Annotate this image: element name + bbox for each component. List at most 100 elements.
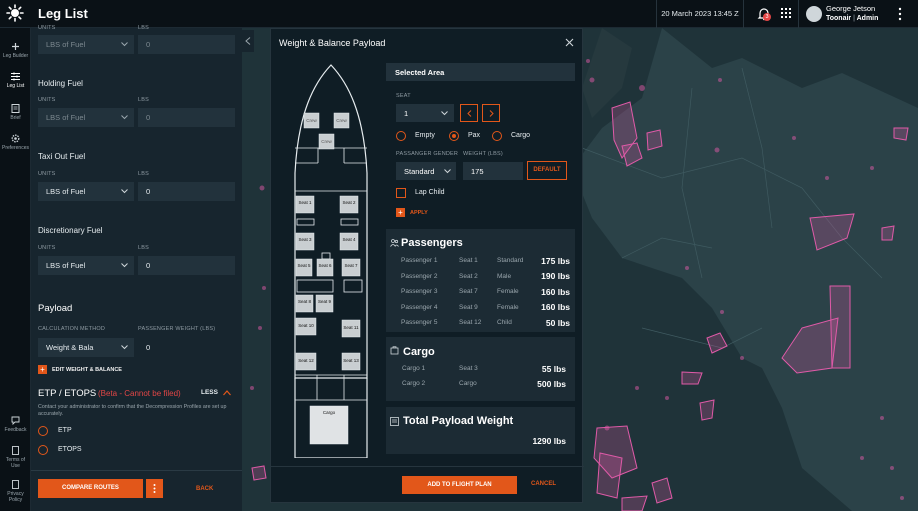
previous-seat-button[interactable] bbox=[460, 104, 478, 122]
cargo-item-area: Cargo bbox=[459, 380, 477, 387]
nav-item-leg-builder[interactable]: Leg Builder bbox=[0, 42, 31, 59]
units-label: UNITS bbox=[38, 171, 56, 177]
nav-item-privacy[interactable]: Privacy Policy bbox=[0, 480, 31, 503]
seat-label: Seat 2 bbox=[342, 200, 356, 205]
avatar[interactable] bbox=[806, 6, 822, 22]
terms-icon bbox=[12, 446, 19, 455]
units-label: UNITS bbox=[38, 25, 56, 31]
passenger-seat: Seat 1 bbox=[459, 257, 478, 264]
seat-label: Seat 4 bbox=[342, 237, 356, 242]
discretionary-fuel-title: Discretionary Fuel bbox=[38, 226, 103, 235]
add-to-flight-plan-button[interactable]: ADD TO FLIGHT PLAN bbox=[402, 476, 517, 494]
close-icon[interactable] bbox=[565, 38, 574, 47]
compare-routes-menu-button[interactable] bbox=[146, 479, 163, 498]
taxi-fuel-title: Taxi Out Fuel bbox=[38, 152, 86, 161]
nav-item-leg-list[interactable]: Leg List bbox=[0, 72, 31, 89]
chevron-up-icon[interactable] bbox=[223, 390, 231, 396]
nav-label: Brief bbox=[10, 115, 21, 121]
cargo-radio[interactable] bbox=[492, 131, 502, 141]
weight-input[interactable]: 175 bbox=[463, 162, 523, 180]
notification-badge: 3 bbox=[763, 13, 771, 21]
passenger-seat: Seat 12 bbox=[459, 319, 482, 326]
cargo-item-name: Cargo 1 bbox=[402, 365, 426, 372]
kebab-menu-icon[interactable] bbox=[896, 7, 904, 21]
seat-label: Seat 3 bbox=[298, 237, 312, 242]
units-label: UNITS bbox=[38, 245, 56, 251]
cargo-icon bbox=[390, 346, 399, 355]
passenger-name: Passenger 5 bbox=[401, 319, 438, 326]
seat-label: Seat 10 bbox=[298, 323, 314, 328]
nav-item-terms[interactable]: Terms of Use bbox=[0, 446, 31, 469]
seat-select[interactable]: 1 bbox=[396, 104, 454, 122]
discretionary-units-select[interactable]: LBS of Fuel bbox=[38, 256, 134, 275]
apply-link[interactable]: APPLY bbox=[410, 210, 428, 216]
fuel-lbs-input[interactable]: 0 bbox=[138, 35, 235, 54]
etp-label: ETP bbox=[58, 427, 72, 434]
apps-grid-icon[interactable] bbox=[781, 8, 791, 18]
lap-child-checkbox[interactable] bbox=[396, 188, 406, 198]
nav-label: Leg List bbox=[6, 83, 25, 89]
user-name: George Jetson bbox=[826, 4, 876, 13]
empty-radio[interactable] bbox=[396, 131, 406, 141]
modal-title: Weight & Balance Payload bbox=[279, 38, 386, 48]
apply-plus-icon[interactable]: + bbox=[396, 208, 405, 217]
chevron-down-icon bbox=[121, 189, 128, 194]
etops-label: ETOPS bbox=[58, 446, 82, 453]
discretionary-lbs-input[interactable]: 0 bbox=[138, 256, 235, 275]
privacy-icon bbox=[12, 480, 19, 489]
calc-method-label: CALCULATION METHOD bbox=[38, 326, 106, 332]
crew-label: Crew bbox=[336, 118, 347, 123]
chevron-down-icon bbox=[121, 345, 128, 350]
compare-routes-button[interactable]: COMPARE ROUTES bbox=[38, 479, 143, 498]
aircraft-seat-map: Crew Crew Crew Seat 1 Seat 2 Seat 3 Seat… bbox=[294, 64, 368, 458]
crew-label: Crew bbox=[321, 139, 332, 144]
etops-beta-note: (Beta - Cannot be filed) bbox=[98, 389, 181, 398]
app-logo-icon bbox=[6, 4, 24, 22]
default-button[interactable]: DEFAULT bbox=[527, 161, 567, 180]
footer-divider bbox=[31, 470, 242, 471]
cargo-item-weight: 500 lbs bbox=[537, 378, 566, 389]
cancel-button[interactable]: CANCEL bbox=[531, 481, 556, 487]
edit-weight-balance-link[interactable]: EDIT WEIGHT & BALANCE bbox=[52, 367, 122, 373]
discretionary-units-value: LBS of Fuel bbox=[46, 261, 86, 270]
taxi-lbs-input[interactable]: 0 bbox=[138, 182, 235, 201]
gender-select[interactable]: Standard bbox=[396, 162, 456, 180]
passenger-seat: Seat 2 bbox=[459, 272, 478, 280]
holding-lbs-input[interactable]: 0 bbox=[138, 108, 235, 127]
crew-label: Crew bbox=[306, 118, 317, 123]
collapse-panel-button[interactable] bbox=[242, 30, 254, 52]
chevron-left-icon bbox=[467, 110, 472, 117]
next-seat-button[interactable] bbox=[482, 104, 500, 122]
seat-label: Seat 5 bbox=[297, 263, 311, 268]
etp-radio[interactable] bbox=[38, 426, 48, 436]
chevron-left-icon bbox=[245, 37, 251, 45]
edit-weight-balance-plus-icon[interactable]: + bbox=[38, 365, 47, 374]
lbs-label: LBS bbox=[138, 25, 149, 31]
less-toggle[interactable]: LESS bbox=[201, 389, 218, 396]
chevron-down-icon bbox=[121, 42, 128, 47]
nav-label: Terms of Use bbox=[5, 457, 26, 469]
pax-radio[interactable] bbox=[449, 131, 459, 141]
nav-item-preferences[interactable]: Preferences bbox=[0, 134, 31, 151]
cargo-label: Cargo bbox=[511, 132, 531, 139]
weight-label: WEIGHT (LBS) bbox=[463, 151, 503, 157]
passenger-weight: 160 lbs bbox=[541, 286, 570, 297]
nav-item-brief[interactable]: Brief bbox=[0, 104, 31, 121]
passenger-weight: 190 lbs bbox=[541, 271, 570, 281]
lap-child-label: Lap Child bbox=[415, 189, 445, 196]
cargo-title: Cargo bbox=[403, 346, 435, 358]
nav-item-feedback[interactable]: Feedback bbox=[0, 416, 31, 433]
passenger-seat: Seat 7 bbox=[459, 288, 478, 295]
seat-label: SEAT bbox=[396, 93, 411, 99]
passenger-seat: Seat 9 bbox=[459, 303, 478, 311]
holding-units-select[interactable]: LBS of Fuel bbox=[38, 108, 134, 127]
passenger-weight: 175 lbs bbox=[541, 255, 570, 266]
back-button[interactable]: BACK bbox=[196, 486, 213, 492]
chevron-down-icon bbox=[121, 115, 128, 120]
seat-label: Seat 9 bbox=[318, 299, 332, 304]
etops-radio[interactable] bbox=[38, 445, 48, 455]
fuel-units-select[interactable]: LBS of Fuel bbox=[38, 35, 134, 54]
calc-method-select[interactable]: Weight & Bala bbox=[38, 338, 134, 357]
seat-label: Seat 13 bbox=[343, 358, 359, 363]
taxi-units-select[interactable]: LBS of Fuel bbox=[38, 182, 134, 201]
